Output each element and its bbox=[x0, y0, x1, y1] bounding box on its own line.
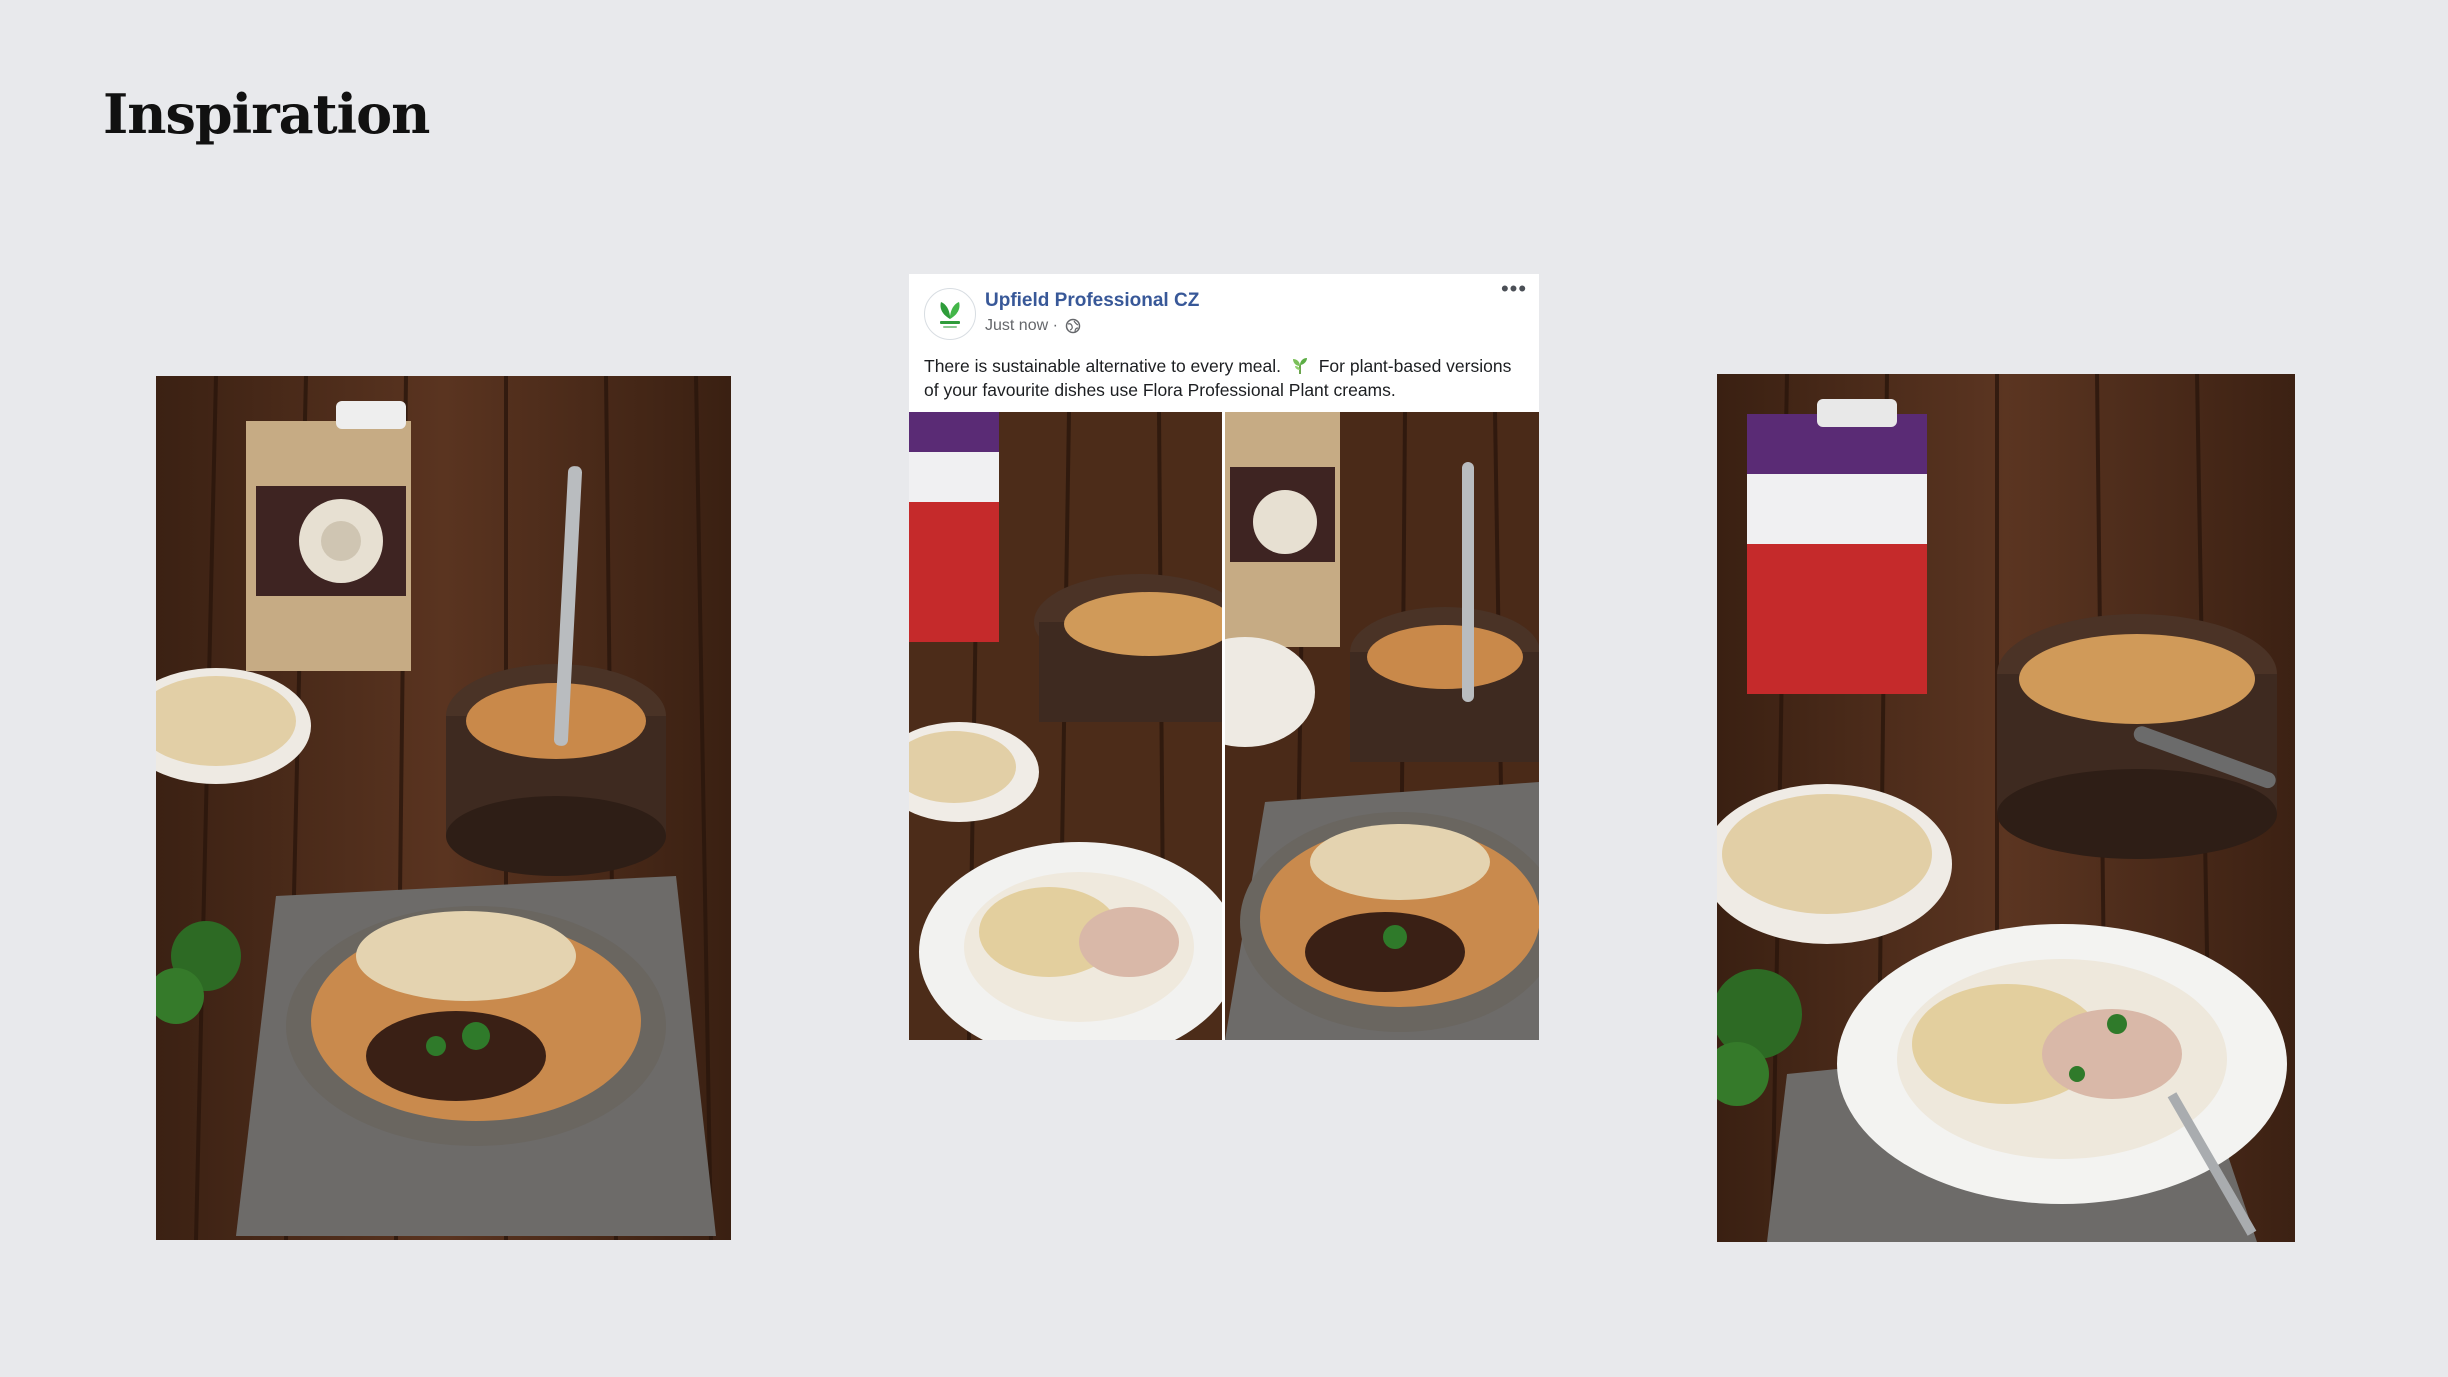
page-name-link[interactable]: Upfield Professional CZ bbox=[985, 290, 1199, 312]
post-text-part1: There is sustainable alternative to ever… bbox=[924, 356, 1281, 376]
flora-goulash-photo bbox=[156, 376, 731, 1240]
page-avatar[interactable] bbox=[924, 288, 976, 340]
meta-separator: · bbox=[1052, 317, 1058, 334]
rama-pasta-photo bbox=[1717, 374, 2295, 1242]
post-header: Upfield Professional CZ Just now · ••• T… bbox=[909, 274, 1539, 412]
more-options-icon[interactable]: ••• bbox=[1499, 278, 1529, 302]
post-meta: Just now · bbox=[985, 317, 1081, 335]
post-image-grid[interactable] bbox=[909, 412, 1539, 1040]
post-text: There is sustainable alternative to ever… bbox=[924, 354, 1524, 402]
sprout-icon bbox=[1292, 358, 1307, 374]
post-image-flora-goulash[interactable] bbox=[1225, 412, 1539, 1040]
facebook-post[interactable]: Upfield Professional CZ Just now · ••• T… bbox=[909, 274, 1539, 1040]
slide-title: Inspiration bbox=[103, 82, 430, 146]
post-timestamp[interactable]: Just now bbox=[985, 317, 1048, 334]
post-image-rama-pasta[interactable] bbox=[909, 412, 1222, 1040]
globe-icon[interactable] bbox=[1065, 318, 1081, 334]
